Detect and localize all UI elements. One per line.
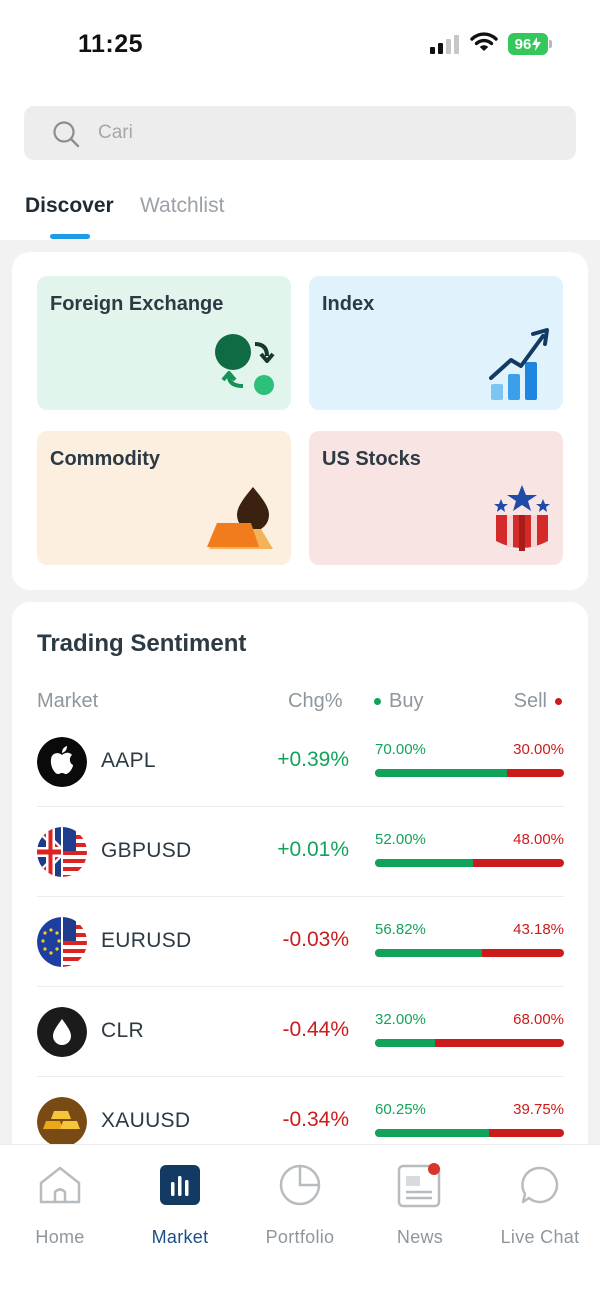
category-label: Index bbox=[322, 293, 375, 315]
category-index[interactable]: Index bbox=[309, 276, 563, 410]
pie-chart-icon bbox=[279, 1164, 321, 1206]
eu-us-flag-icon bbox=[37, 917, 87, 967]
category-foreign-exchange[interactable]: Foreign Exchange bbox=[37, 276, 291, 410]
column-header-chg: Chg% bbox=[288, 690, 343, 712]
buy-percent: 52.00% bbox=[375, 831, 426, 848]
sell-percent: 43.18% bbox=[513, 921, 564, 938]
chat-bubble-icon bbox=[521, 1166, 559, 1204]
tab-watchlist[interactable]: Watchlist bbox=[140, 194, 224, 218]
market-header: Discover Watchlist bbox=[0, 88, 600, 240]
category-us-stocks[interactable]: US Stocks bbox=[309, 431, 563, 565]
sentiment-title: Trading Sentiment bbox=[37, 630, 247, 657]
buy-header-label: Buy bbox=[389, 690, 424, 712]
nav-label: News bbox=[396, 1227, 444, 1247]
sentiment-row-aapl[interactable]: AAPL +0.39% 70.00% 30.00% bbox=[37, 717, 564, 807]
notification-badge bbox=[428, 1163, 440, 1175]
newspaper-icon bbox=[397, 1163, 441, 1208]
nav-live-chat[interactable]: Live Chat bbox=[480, 1163, 600, 1248]
column-header-sell: Sell bbox=[514, 690, 562, 713]
category-card: Foreign Exchange Index Commodity US Stoc… bbox=[12, 252, 588, 590]
active-tab-indicator bbox=[50, 234, 90, 239]
nav-label: Portfolio bbox=[265, 1227, 335, 1247]
sell-percent: 39.75% bbox=[513, 1101, 564, 1118]
bottom-navigation: Home Market Portfolio News Live Chat bbox=[0, 1144, 600, 1301]
change-percent: -0.44% bbox=[282, 1018, 349, 1041]
search-bar[interactable] bbox=[24, 106, 576, 160]
nav-label: Home bbox=[35, 1227, 85, 1247]
sell-percent: 30.00% bbox=[513, 741, 564, 758]
change-percent: +0.01% bbox=[277, 838, 349, 861]
sentiment-bar bbox=[375, 769, 564, 777]
sentiment-bar bbox=[375, 1129, 564, 1137]
buy-fill bbox=[375, 769, 508, 777]
nav-news[interactable]: News bbox=[360, 1163, 480, 1248]
sentiment-bar bbox=[375, 949, 564, 957]
cellular-signal-icon bbox=[430, 34, 462, 54]
tab-discover[interactable]: Discover bbox=[25, 194, 114, 218]
column-header-market: Market bbox=[37, 690, 99, 712]
change-percent: -0.03% bbox=[282, 928, 349, 951]
change-percent: -0.34% bbox=[282, 1108, 349, 1131]
status-bar: 11:25 96 bbox=[0, 0, 600, 88]
category-label: Foreign Exchange bbox=[50, 293, 224, 315]
battery-cap bbox=[549, 40, 552, 48]
rising-chart-icon bbox=[489, 328, 549, 400]
sentiment-row-eurusd[interactable]: EURUSD -0.03% 56.82% 43.18% bbox=[37, 897, 564, 987]
sell-percent: 48.00% bbox=[513, 831, 564, 848]
column-header-buy: Buy bbox=[374, 690, 423, 713]
us-stars-icon bbox=[494, 485, 550, 551]
symbol: GBPUSD bbox=[101, 839, 192, 862]
nav-home[interactable]: Home bbox=[0, 1163, 120, 1248]
buy-fill bbox=[375, 859, 474, 867]
buy-fill bbox=[375, 1129, 489, 1137]
symbol: EURUSD bbox=[101, 929, 192, 952]
sentiment-row-gbpusd[interactable]: GBPUSD +0.01% 52.00% 48.00% bbox=[37, 807, 564, 897]
market-chart-icon bbox=[160, 1165, 200, 1205]
buy-fill bbox=[375, 949, 483, 957]
change-percent: +0.39% bbox=[277, 748, 349, 771]
symbol: CLR bbox=[101, 1019, 144, 1042]
oil-drop-icon bbox=[37, 1007, 87, 1057]
category-label: Commodity bbox=[50, 448, 160, 470]
buy-percent: 60.25% bbox=[375, 1101, 426, 1118]
trading-sentiment-card: Trading Sentiment Market Chg% Buy Sell A… bbox=[12, 602, 588, 1202]
sentiment-bar bbox=[375, 1039, 564, 1047]
search-input[interactable] bbox=[98, 106, 558, 160]
symbol: XAUUSD bbox=[101, 1109, 191, 1132]
buy-percent: 70.00% bbox=[375, 741, 426, 758]
gb-us-flag-icon bbox=[37, 827, 87, 877]
buy-dot-icon bbox=[374, 698, 381, 706]
sell-header-label: Sell bbox=[513, 690, 547, 712]
sell-percent: 68.00% bbox=[513, 1011, 564, 1028]
currency-exchange-icon bbox=[215, 334, 275, 395]
category-label: US Stocks bbox=[322, 448, 421, 470]
search-icon bbox=[53, 121, 80, 148]
sentiment-row-clr[interactable]: CLR -0.44% 32.00% 68.00% bbox=[37, 987, 564, 1077]
gold-bars-icon bbox=[37, 1097, 87, 1147]
buy-percent: 56.82% bbox=[375, 921, 426, 938]
gold-oil-icon bbox=[207, 487, 273, 549]
sell-dot-icon bbox=[555, 698, 562, 706]
battery-level: 96 bbox=[514, 35, 532, 53]
sentiment-bar bbox=[375, 859, 564, 867]
category-commodity[interactable]: Commodity bbox=[37, 431, 291, 565]
nav-portfolio[interactable]: Portfolio bbox=[240, 1163, 360, 1248]
battery-indicator: 96 bbox=[508, 33, 548, 55]
buy-percent: 32.00% bbox=[375, 1011, 426, 1028]
apple-logo-icon bbox=[37, 737, 87, 787]
buy-fill bbox=[375, 1039, 436, 1047]
nav-label: Live Chat bbox=[500, 1227, 580, 1247]
home-icon bbox=[39, 1166, 81, 1204]
wifi-icon bbox=[470, 32, 498, 51]
nav-market[interactable]: Market bbox=[120, 1163, 240, 1248]
nav-label: Market bbox=[151, 1227, 209, 1247]
status-time: 11:25 bbox=[78, 30, 144, 58]
charging-bolt-icon bbox=[532, 37, 542, 51]
symbol: AAPL bbox=[101, 749, 156, 772]
